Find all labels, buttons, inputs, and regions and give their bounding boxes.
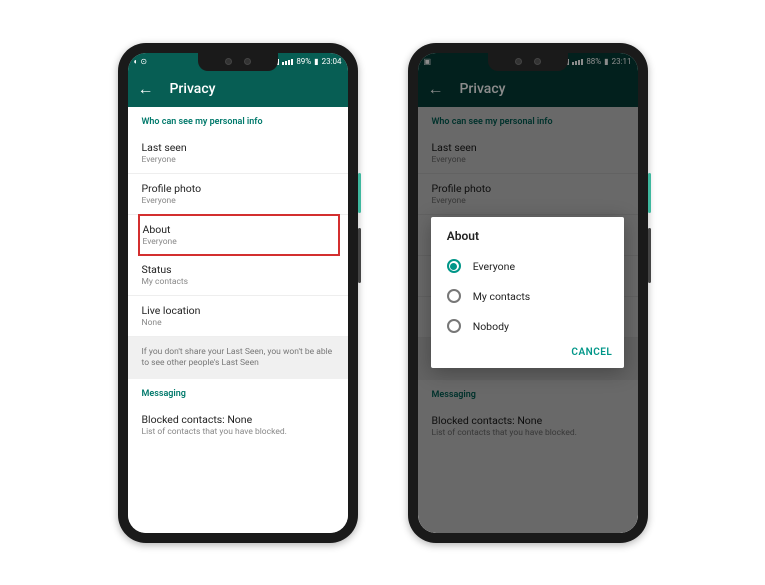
radio-option-nobody[interactable]: Nobody	[431, 311, 625, 341]
cancel-button[interactable]: CANCEL	[571, 347, 612, 358]
info-note: If you don't share your Last Seen, you w…	[128, 337, 348, 379]
app-header: ← Privacy	[128, 71, 348, 107]
section-header-messaging: Messaging	[128, 379, 348, 405]
radio-label: My contacts	[473, 290, 531, 303]
battery-icon: ▮	[314, 57, 318, 66]
item-title: Live location	[142, 304, 334, 317]
item-subtitle: List of contacts that you have blocked.	[142, 427, 334, 437]
volume-button[interactable]	[648, 228, 651, 283]
modal-overlay[interactable]: About Everyone My contacts Nobody CANCEL	[418, 53, 638, 533]
item-title: Profile photo	[142, 182, 334, 195]
privacy-item-status[interactable]: Status My contacts	[128, 255, 348, 296]
item-subtitle: Everyone	[142, 196, 334, 206]
dialog-title: About	[431, 229, 625, 251]
status-icon: ⊙	[140, 57, 147, 66]
volume-button[interactable]	[358, 228, 361, 283]
signal-icon	[282, 59, 293, 65]
privacy-item-last-seen[interactable]: Last seen Everyone	[128, 133, 348, 174]
section-header-personal-info: Who can see my personal info	[128, 107, 348, 133]
phone-right: ▣ 88% ▮ 23:11 ← Privacy Who can see my p…	[408, 43, 648, 543]
privacy-item-about[interactable]: About Everyone	[138, 214, 340, 256]
privacy-item-profile-photo[interactable]: Profile photo Everyone	[128, 174, 348, 215]
dialog-actions: CANCEL	[431, 341, 625, 362]
radio-option-everyone[interactable]: Everyone	[431, 251, 625, 281]
power-button[interactable]	[358, 173, 361, 213]
phone-left: ◐ ⊙ 89% ▮ 23:04 ← Privacy Who can see my…	[118, 43, 358, 543]
screen: ▣ 88% ▮ 23:11 ← Privacy Who can see my p…	[418, 53, 638, 533]
screen: ◐ ⊙ 89% ▮ 23:04 ← Privacy Who can see my…	[128, 53, 348, 533]
notch	[488, 53, 568, 71]
battery-percent: 89%	[296, 57, 311, 66]
about-dialog: About Everyone My contacts Nobody CANCEL	[431, 217, 625, 368]
item-subtitle: Everyone	[143, 237, 335, 247]
back-arrow-icon[interactable]: ←	[138, 79, 154, 99]
radio-label: Everyone	[473, 260, 515, 273]
power-button[interactable]	[648, 173, 651, 213]
notch	[198, 53, 278, 71]
item-title: Blocked contacts: None	[142, 413, 334, 426]
status-icon: ◐	[134, 57, 139, 66]
item-subtitle: Everyone	[142, 155, 334, 165]
radio-icon	[447, 259, 461, 273]
privacy-item-blocked[interactable]: Blocked contacts: None List of contacts …	[128, 405, 348, 445]
content: Who can see my personal info Last seen E…	[128, 107, 348, 533]
radio-label: Nobody	[473, 320, 509, 333]
radio-icon	[447, 319, 461, 333]
page-title: Privacy	[170, 81, 216, 97]
item-subtitle: None	[142, 318, 334, 328]
radio-icon	[447, 289, 461, 303]
privacy-item-live-location[interactable]: Live location None	[128, 296, 348, 337]
clock: 23:04	[322, 57, 342, 66]
item-subtitle: My contacts	[142, 277, 334, 287]
item-title: Status	[142, 263, 334, 276]
item-title: About	[143, 223, 335, 236]
item-title: Last seen	[142, 141, 334, 154]
radio-option-my-contacts[interactable]: My contacts	[431, 281, 625, 311]
